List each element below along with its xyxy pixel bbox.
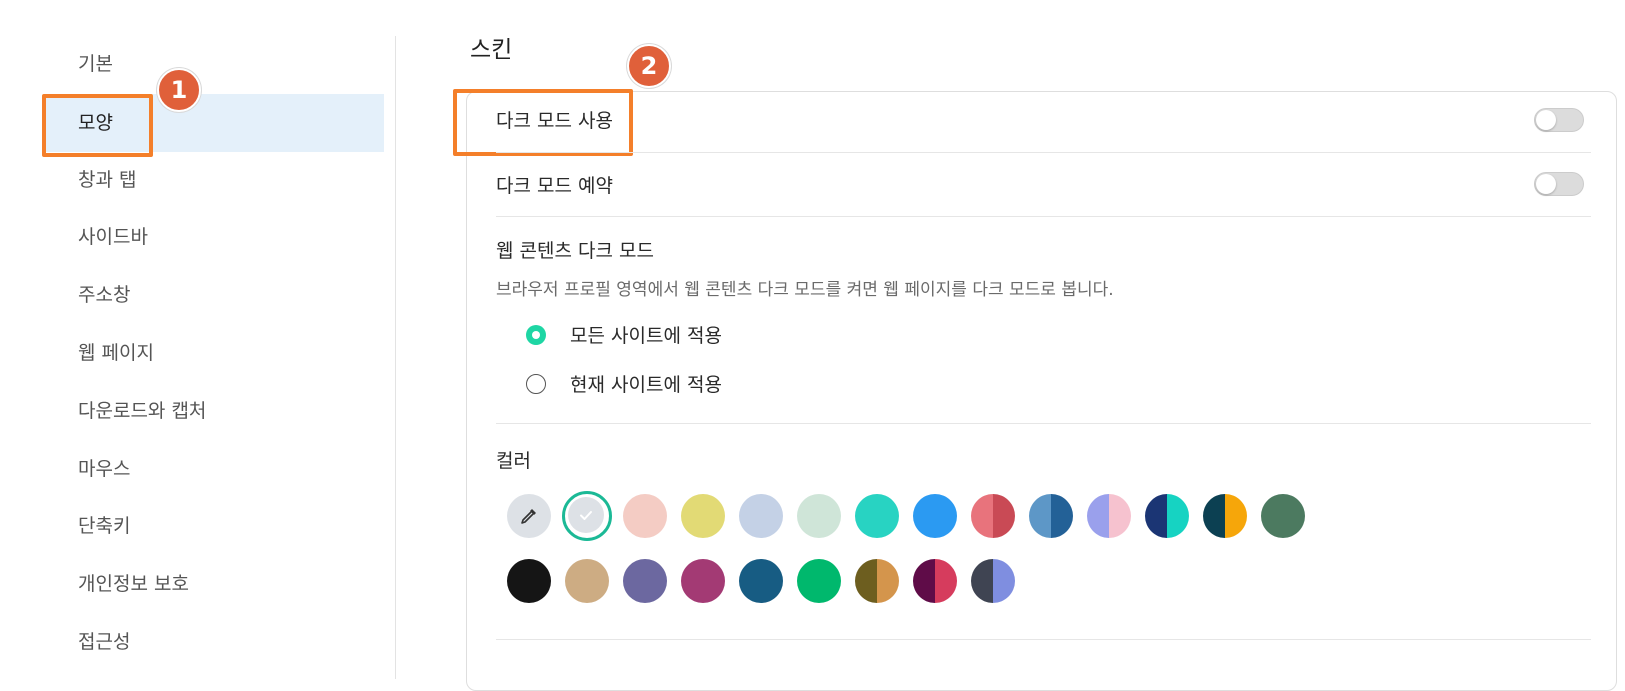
color-swatch[interactable]: [913, 494, 957, 538]
color-swatch[interactable]: [913, 559, 957, 603]
highlight-appearance-menu: [42, 94, 153, 157]
dark-mode-schedule-toggle[interactable]: [1534, 172, 1584, 196]
web-content-dark-title: 웹 콘텐츠 다크 모드: [496, 240, 654, 262]
row-divider: [496, 152, 1591, 153]
color-swatch[interactable]: [681, 559, 725, 603]
dark-mode-use-toggle[interactable]: [1534, 108, 1584, 132]
row-divider: [496, 216, 1591, 217]
sidebar-item-2[interactable]: 창과 탭: [44, 151, 384, 209]
sidebar-item-label: 웹 페이지: [78, 342, 154, 364]
section-title-skin: 스킨: [470, 37, 513, 63]
sidebar-item-label: 다운로드와 캡처: [78, 400, 207, 422]
color-swatch[interactable]: [797, 559, 841, 603]
eyedropper-icon[interactable]: [507, 494, 551, 538]
dark-mode-schedule-label: 다크 모드 예약: [496, 175, 613, 197]
color-swatch[interactable]: [1261, 494, 1305, 538]
step-badge-1: 1: [157, 68, 201, 112]
color-swatch[interactable]: [1087, 494, 1131, 538]
sidebar-item-label: 개인정보 보호: [78, 573, 189, 595]
sidebar-item-9[interactable]: 개인정보 보호: [44, 555, 384, 613]
radio-all-sites-label[interactable]: 모든 사이트에 적용: [570, 321, 722, 348]
color-swatch[interactable]: [739, 559, 783, 603]
web-content-dark-description: 브라우저 프로필 영역에서 웹 콘텐츠 다크 모드를 켜면 웹 페이지를 다크 …: [496, 280, 1114, 300]
sidebar-item-label: 단축키: [78, 515, 131, 537]
sidebar-item-label: 주소창: [78, 284, 131, 306]
sidebar-item-4[interactable]: 주소창: [44, 266, 384, 324]
sidebar-item-0[interactable]: 기본: [44, 35, 384, 93]
toggle-knob: [1536, 174, 1556, 194]
sidebar-item-label: 접근성: [78, 631, 131, 653]
radio-all-sites[interactable]: [526, 325, 546, 345]
color-swatch[interactable]: [507, 559, 551, 603]
sidebar-item-label: 마우스: [78, 458, 131, 480]
radio-current-site[interactable]: [526, 374, 546, 394]
row-divider: [496, 639, 1591, 640]
sidebar-item-label: 사이드바: [78, 226, 148, 248]
color-swatch[interactable]: [1203, 494, 1247, 538]
color-swatch[interactable]: [971, 559, 1015, 603]
sidebar-item-10[interactable]: 접근성: [44, 613, 384, 671]
color-swatch[interactable]: [1029, 494, 1073, 538]
toggle-knob: [1536, 110, 1556, 130]
step-badge-2: 2: [627, 44, 671, 88]
color-swatch[interactable]: [681, 494, 725, 538]
sidebar-item-label: 기본: [78, 53, 113, 75]
color-swatch[interactable]: [739, 494, 783, 538]
sidebar-item-6[interactable]: 다운로드와 캡처: [44, 382, 384, 440]
color-swatch[interactable]: [565, 559, 609, 603]
sidebar-item-5[interactable]: 웹 페이지: [44, 324, 384, 382]
radio-current-site-label[interactable]: 현재 사이트에 적용: [570, 370, 722, 397]
sidebar-item-label: 창과 탭: [78, 169, 137, 191]
sidebar-item-3[interactable]: 사이드바: [44, 208, 384, 266]
color-swatch[interactable]: [1145, 494, 1189, 538]
color-swatch[interactable]: [623, 494, 667, 538]
sidebar-item-8[interactable]: 단축키: [44, 497, 384, 555]
color-swatch[interactable]: [971, 494, 1015, 538]
color-swatch[interactable]: [855, 494, 899, 538]
color-swatch[interactable]: [797, 494, 841, 538]
color-title: 컬러: [496, 450, 531, 472]
sidebar-divider: [395, 36, 396, 679]
color-swatch[interactable]: [855, 559, 899, 603]
check-icon: [568, 497, 604, 533]
color-swatch[interactable]: [623, 559, 667, 603]
color-swatch-selected[interactable]: [562, 491, 612, 541]
dark-mode-use-label: 다크 모드 사용: [496, 110, 613, 132]
sidebar-item-7[interactable]: 마우스: [44, 440, 384, 498]
row-divider: [496, 423, 1591, 424]
